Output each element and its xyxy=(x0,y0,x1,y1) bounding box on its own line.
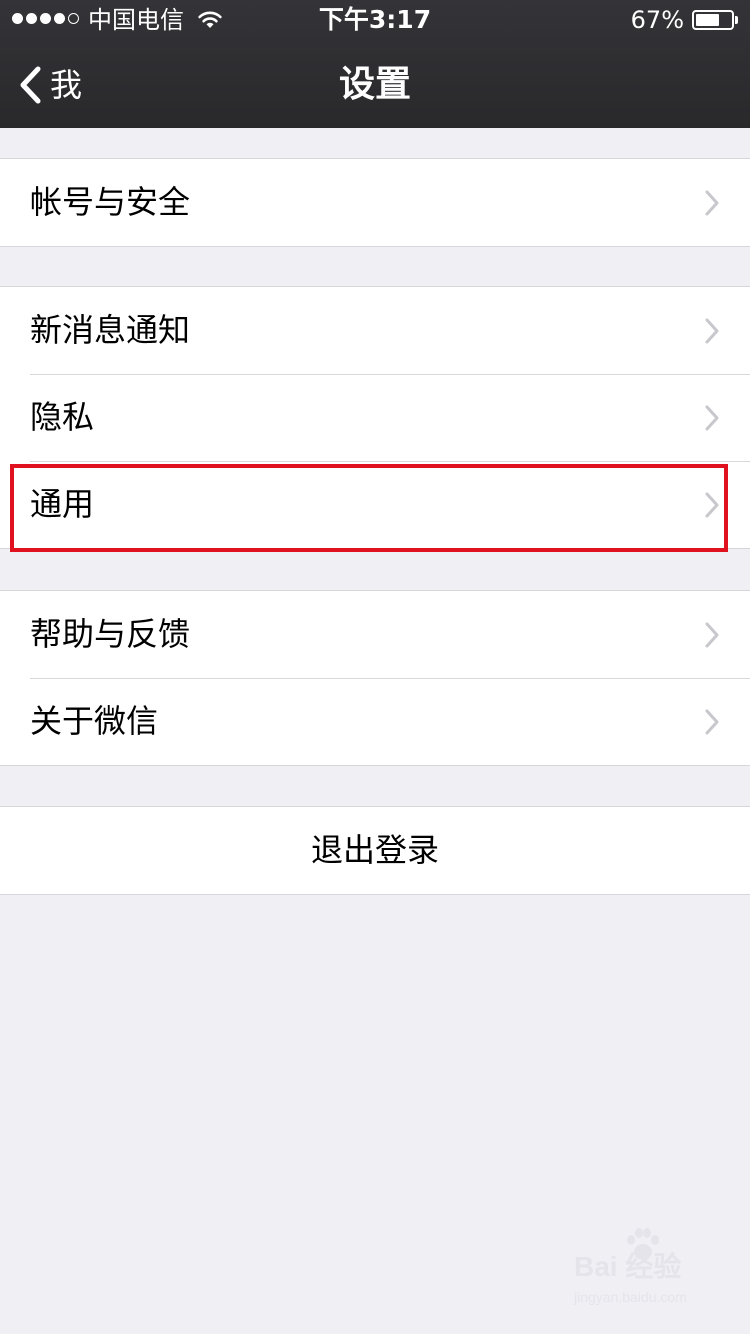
chevron-right-icon xyxy=(705,318,719,344)
settings-row-help-feedback[interactable]: 帮助与反馈 xyxy=(0,591,750,678)
paw-icon xyxy=(627,1228,659,1260)
chevron-right-icon xyxy=(705,492,719,518)
row-label: 通用 xyxy=(30,485,95,523)
status-bar: 中国电信 下午3:17 67% xyxy=(0,0,750,40)
row-label: 帐号与安全 xyxy=(30,183,191,221)
logout-group: 退出登录 xyxy=(0,806,750,895)
row-label: 隐私 xyxy=(30,398,95,436)
battery-icon xyxy=(692,10,734,30)
logout-button[interactable]: 退出登录 xyxy=(0,807,750,894)
settings-group-account: 帐号与安全 xyxy=(0,158,750,247)
battery-fill xyxy=(696,14,719,26)
battery-cap xyxy=(735,16,738,24)
watermark-url: jingyan.baidu.com xyxy=(574,1289,687,1305)
chevron-right-icon xyxy=(705,622,719,648)
settings-row-notifications[interactable]: 新消息通知 xyxy=(0,287,750,374)
settings-group-general: 新消息通知 隐私 通用 xyxy=(0,286,750,549)
chevron-right-icon xyxy=(705,190,719,216)
settings-row-about[interactable]: 关于微信 xyxy=(0,678,750,765)
top-bar: 中国电信 下午3:17 67% 我 设置 xyxy=(0,0,750,128)
baidu-jingyan-watermark: Bai 经验 jingyan.baidu.com xyxy=(574,1228,724,1322)
chevron-right-icon xyxy=(705,709,719,735)
row-label: 关于微信 xyxy=(30,702,159,740)
row-label: 新消息通知 xyxy=(30,311,191,349)
battery-percent: 67% xyxy=(630,6,684,34)
row-label: 帮助与反馈 xyxy=(30,615,191,653)
chevron-right-icon xyxy=(705,405,719,431)
settings-row-privacy[interactable]: 隐私 xyxy=(0,374,750,461)
page-title: 设置 xyxy=(338,64,411,105)
settings-row-account-security[interactable]: 帐号与安全 xyxy=(0,159,750,246)
settings-row-general[interactable]: 通用 xyxy=(0,461,750,548)
settings-group-help: 帮助与反馈 关于微信 xyxy=(0,590,750,766)
